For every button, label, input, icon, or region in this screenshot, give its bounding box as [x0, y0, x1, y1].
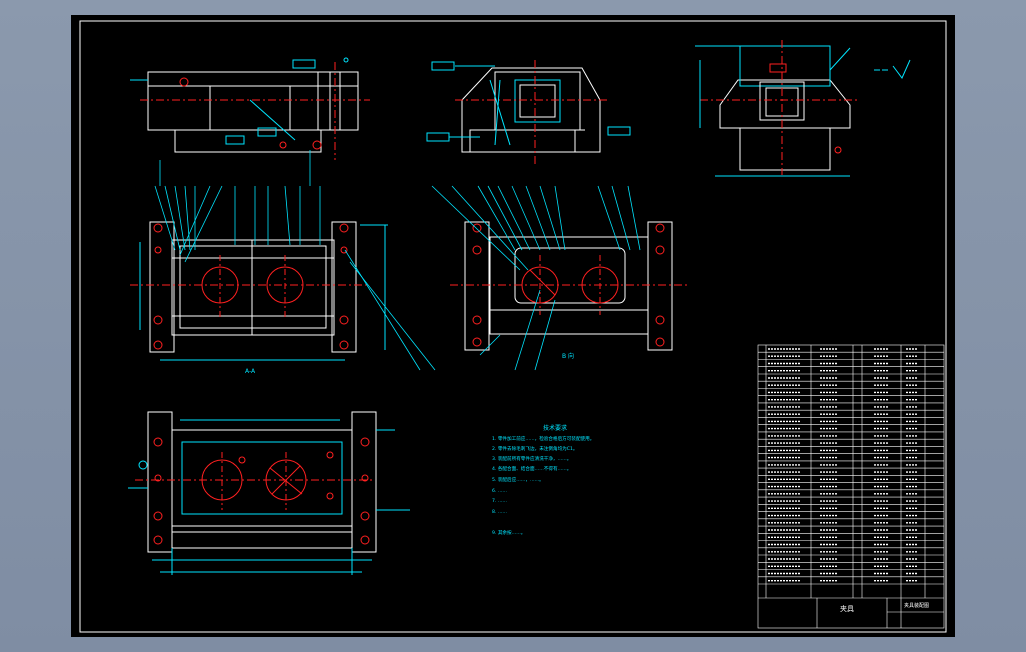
tech-req-line: 1. 零件加工前应……，检验合格后方可装配使用。	[492, 435, 594, 442]
tech-req-line: 6. ……	[492, 488, 507, 494]
tech-req-line: 7. ……	[492, 498, 507, 504]
view-b-label: B 向	[562, 352, 574, 360]
tech-req-line: 3. 装配前所有零件应清洗干净，……。	[492, 455, 571, 462]
section-label: A-A	[245, 368, 256, 375]
tech-req-line: 5. 装配后应……，……。	[492, 476, 544, 483]
tech-req-line: 8. ……	[492, 509, 507, 515]
tech-req-line: 4. 各配合面、结合面……不得有……。	[492, 465, 571, 472]
cad-drawing-sheet: A-A B 向 技术要求 1. 零件加工前应……，检验合格后方可装配使用。 2.…	[71, 15, 955, 637]
drawing-background	[71, 15, 955, 637]
tech-req-title: 技术要求	[543, 424, 567, 432]
tech-req-line: 2. 零件去除毛刺飞边，未注倒角均为C1。	[492, 445, 577, 452]
title-block-drawing-name: 夹具装配图	[904, 602, 929, 609]
tech-req-line: 9. 其余按……。	[492, 529, 525, 536]
title-block-name: 夹具	[840, 604, 854, 613]
